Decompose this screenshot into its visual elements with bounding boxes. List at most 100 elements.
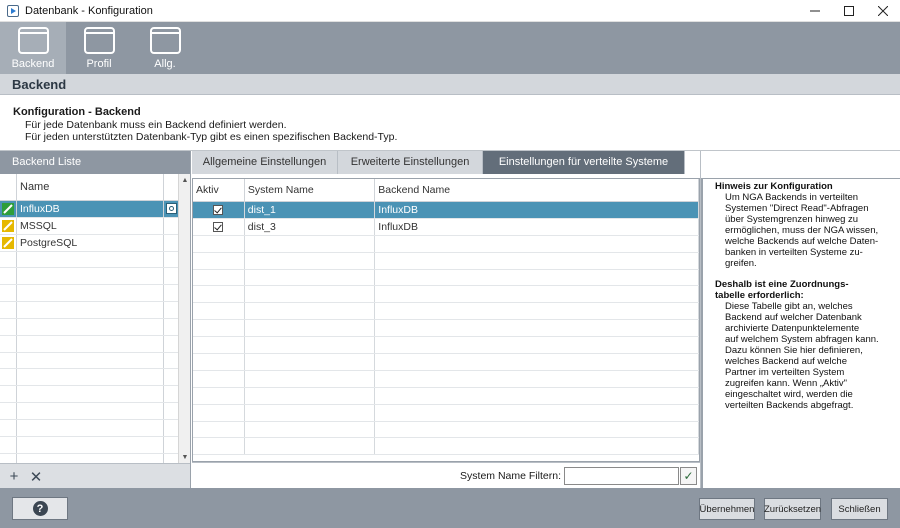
empty-row: [193, 370, 699, 388]
system-name-cell: dist_3: [245, 218, 376, 235]
empty-row: [0, 419, 178, 437]
system-name-filter-input[interactable]: [564, 467, 679, 485]
aktiv-checkbox[interactable]: [213, 221, 224, 232]
backend-list-table: Name InfluxDB MSSQL PostgreSQL: [0, 174, 178, 463]
reset-button[interactable]: Zurücksetzen: [764, 498, 821, 520]
maximize-icon[interactable]: [832, 0, 866, 22]
empty-row: [0, 302, 178, 319]
hint-title: Hinweis zur Konfiguration: [715, 181, 833, 192]
column-aktiv[interactable]: Aktiv: [193, 179, 245, 201]
close-icon[interactable]: [866, 0, 900, 22]
window-title: Datenbank - Konfiguration: [25, 4, 153, 17]
hint-line: auf welchem System abfragen kann.: [725, 334, 879, 345]
apply-button[interactable]: Übernehmen: [699, 498, 755, 520]
hint-line: Partner im verteilten System: [725, 367, 845, 378]
empty-row: [193, 269, 699, 287]
hint-line: welche Backends auf welche Daten-: [725, 236, 879, 247]
backend-list-head: Name: [0, 174, 178, 201]
filter-bar: System Name Filtern: ✓: [192, 462, 700, 489]
empty-row: [193, 235, 699, 253]
description-heading: Konfiguration - Backend: [13, 106, 141, 118]
backend-list-panel: Backend Liste Name InfluxDB MSSQL Postgr…: [0, 151, 191, 489]
table-row[interactable]: dist_1 InfluxDB: [193, 202, 699, 219]
empty-row: [193, 421, 699, 439]
tab-verteilte-systeme[interactable]: Einstellungen für verteilte Systeme: [483, 151, 685, 174]
empty-row: [0, 352, 178, 370]
column-system-name[interactable]: System Name: [245, 179, 376, 201]
distributed-systems-table: Aktiv System Name Backend Name dist_1 In…: [192, 178, 700, 462]
empty-row: [193, 252, 699, 270]
backend-name: InfluxDB: [17, 201, 164, 217]
toolbar-backend-label: Backend: [11, 58, 55, 70]
config-icon[interactable]: [165, 203, 177, 215]
empty-row: [193, 337, 699, 355]
settings-tabs: Allgemeine Einstellungen Erweiterte Eins…: [192, 151, 700, 174]
hint-title-2b: tabelle erforderlich:: [715, 290, 804, 301]
hint-panel: Hinweis zur Konfiguration Um NGA Backend…: [700, 151, 900, 489]
help-button[interactable]: ?: [12, 497, 68, 520]
close-button[interactable]: Schließen: [831, 498, 888, 520]
column-name: Name: [17, 174, 164, 200]
tab-allgemeine-einstellungen[interactable]: Allgemeine Einstellungen: [192, 151, 338, 174]
backend-name: PostgreSQL: [17, 234, 164, 251]
backend-name: MSSQL: [17, 217, 164, 234]
toolbar-allg[interactable]: Allg.: [132, 22, 198, 74]
empty-row: [0, 335, 178, 353]
hint-line: Um NGA Backends in verteilten: [725, 192, 859, 203]
main-toolbar: Backend Profil Allg.: [0, 22, 900, 74]
hint-line: archivierte Datenpunktelemente: [725, 323, 860, 334]
minimize-icon[interactable]: [798, 0, 832, 22]
toolbar-profil[interactable]: Profil: [66, 22, 132, 74]
apply-filter-checkmark-icon[interactable]: ✓: [680, 467, 697, 485]
add-backend-button[interactable]: +: [4, 467, 24, 487]
toolbar-backend[interactable]: Backend: [0, 22, 66, 74]
hint-line: greifen.: [725, 258, 757, 269]
column-backend-name[interactable]: Backend Name: [375, 179, 699, 201]
empty-row: [0, 453, 178, 463]
empty-row: [0, 318, 178, 336]
scroll-down-icon[interactable]: ▼: [179, 451, 191, 463]
backend-row-postgresql[interactable]: PostgreSQL: [0, 234, 178, 252]
scroll-up-icon[interactable]: ▲: [179, 174, 191, 186]
empty-row: [193, 438, 699, 456]
empty-row: [0, 436, 178, 454]
empty-row: [193, 404, 699, 422]
backend-list-scrollbar[interactable]: ▲ ▼: [178, 174, 190, 463]
hint-line: Backend auf welcher Datenbank: [725, 312, 862, 323]
empty-row: [193, 320, 699, 338]
backend-name-cell: InfluxDB: [375, 202, 699, 218]
empty-row: [0, 268, 178, 286]
empty-row: [0, 403, 178, 420]
empty-row: [193, 387, 699, 405]
table-row[interactable]: dist_3 InfluxDB: [193, 218, 699, 236]
aktiv-checkbox[interactable]: [213, 204, 224, 215]
backend-list-header: Backend Liste: [0, 151, 190, 174]
hint-line: Diese Tabelle gibt an, welches: [725, 301, 853, 312]
hint-line: ermöglichen, muss der NGA wissen,: [725, 225, 879, 236]
backend-row-mssql[interactable]: MSSQL: [0, 217, 178, 235]
empty-row: [193, 303, 699, 321]
bottom-bar: ? Übernehmen Zurücksetzen Schließen: [0, 488, 900, 528]
hint-line: verteilten Backends abgefragt.: [725, 400, 854, 411]
backend-row-influxdb[interactable]: InfluxDB: [0, 201, 178, 218]
empty-row: [0, 251, 178, 269]
empty-row: [193, 354, 699, 371]
allg-icon: [149, 27, 181, 54]
app-icon: [7, 4, 19, 17]
hint-text: Hinweis zur Konfiguration Um NGA Backend…: [701, 178, 900, 489]
toolbar-profil-label: Profil: [86, 58, 112, 70]
description-line-2: Für jeden unterstützten Datenbank-Typ gi…: [25, 131, 398, 143]
filter-label: System Name Filtern:: [460, 470, 561, 482]
help-icon: ?: [32, 501, 48, 516]
profil-icon: [83, 27, 115, 54]
empty-row: [193, 286, 699, 304]
remove-backend-button[interactable]: ✕: [26, 467, 46, 487]
status-ok-icon: [2, 202, 14, 215]
empty-row: [0, 386, 178, 404]
tab-erweiterte-einstellungen[interactable]: Erweiterte Einstellungen: [338, 151, 483, 174]
system-name-cell: dist_1: [245, 202, 376, 218]
hint-line: welches Backend auf welche: [725, 356, 847, 367]
section-title: Backend: [0, 74, 900, 95]
hint-line: Dazu können Sie hier definieren,: [725, 345, 863, 356]
hint-line: über Systemgrenzen hinweg zu: [725, 214, 859, 225]
